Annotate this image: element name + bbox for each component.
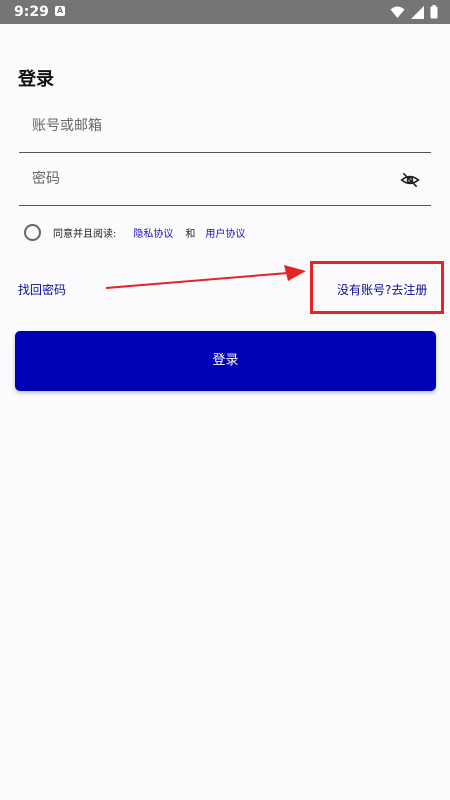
account-input[interactable] — [19, 100, 389, 152]
account-field[interactable] — [19, 100, 431, 153]
status-bar: 9:29 A — [0, 0, 450, 24]
wifi-icon — [390, 6, 405, 18]
agreement-row: 同意并且阅读: 隐私协议 和 用户协议 — [24, 224, 245, 241]
register-link[interactable]: 没有账号?去注册 — [337, 281, 427, 298]
agreement-prefix: 同意并且阅读: — [53, 229, 117, 240]
eye-slash-icon[interactable] — [400, 170, 420, 190]
agreement-conjunction: 和 — [185, 229, 196, 240]
status-icons — [390, 5, 438, 19]
annotation-arrow — [105, 265, 306, 289]
password-input[interactable] — [19, 153, 389, 205]
privacy-policy-link[interactable]: 隐私协议 — [133, 225, 173, 240]
page-title: 登录 — [18, 69, 54, 90]
status-time: 9:29 — [14, 4, 49, 20]
agreement-radio[interactable] — [24, 224, 41, 241]
password-field[interactable] — [19, 153, 431, 206]
battery-icon — [430, 5, 438, 19]
login-button[interactable]: 登录 — [15, 331, 436, 391]
forgot-password-link[interactable]: 找回密码 — [18, 281, 66, 298]
user-agreement-link[interactable]: 用户协议 — [205, 225, 245, 240]
signal-icon — [411, 5, 424, 19]
a-icon: A — [55, 6, 65, 16]
